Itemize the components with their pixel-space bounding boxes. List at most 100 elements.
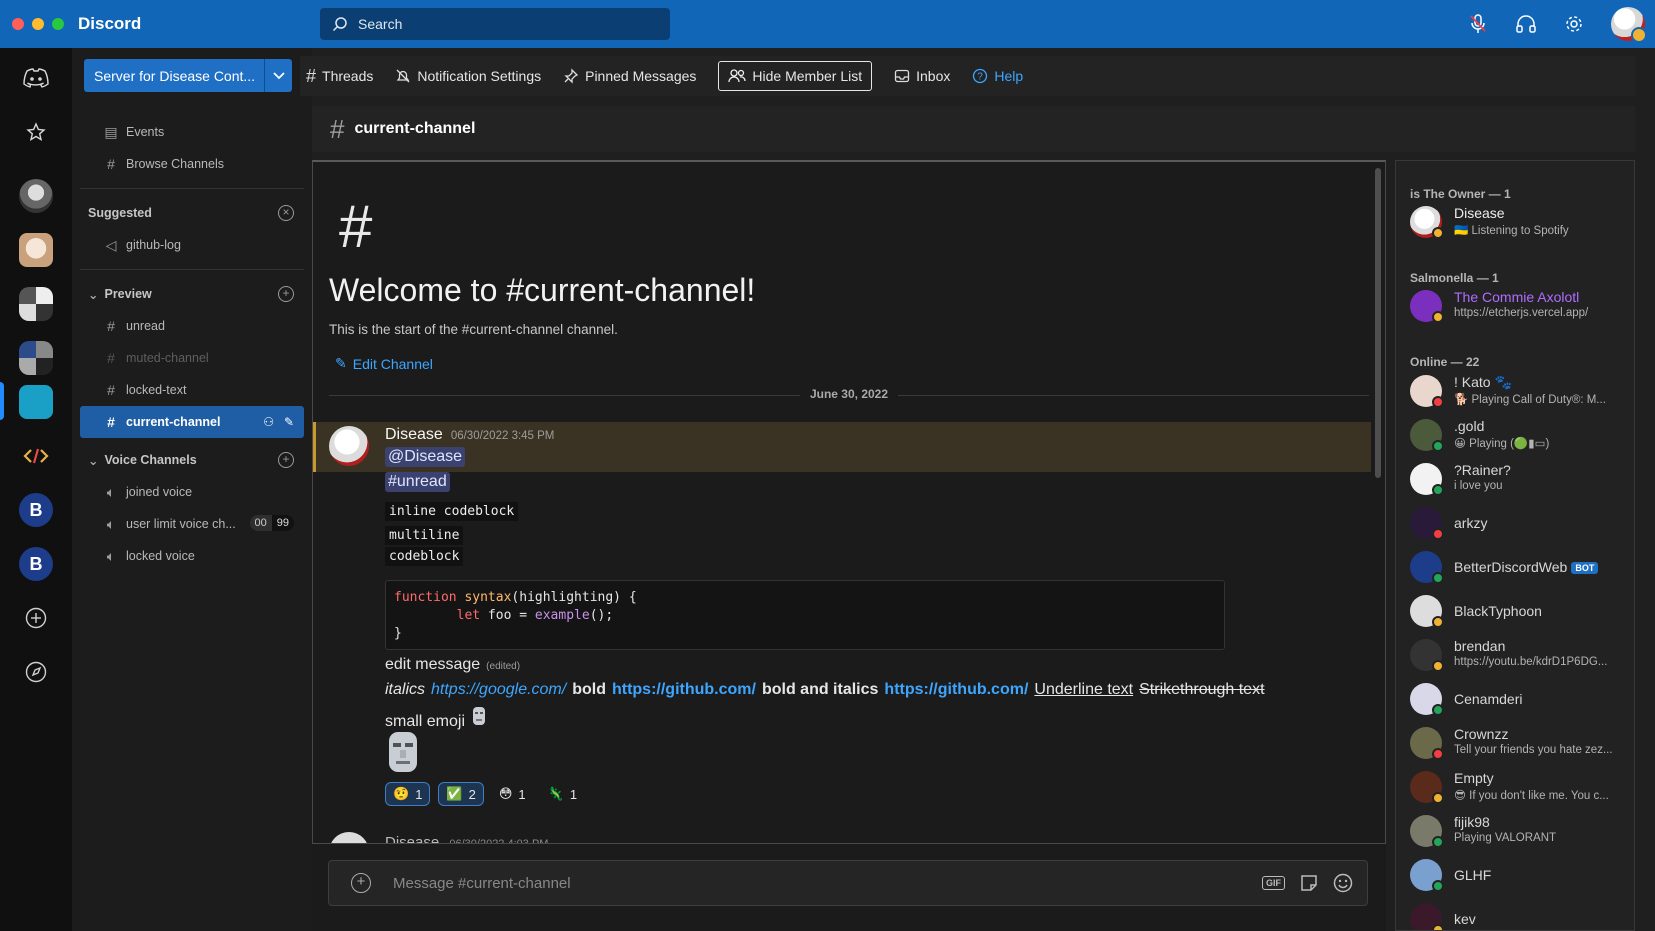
member-item[interactable]: brendan https://youtu.be/kdrD1P6DG... (1410, 635, 1630, 675)
add-attachment-icon[interactable]: + (351, 873, 371, 893)
formatted-message-line: italics https://google.com/ bold https:/… (385, 681, 1265, 699)
server-folder-1[interactable] (18, 286, 54, 322)
member-item[interactable]: .gold 😀 Playing (🟢▮▭) (1410, 415, 1630, 455)
voice-channels-category[interactable]: ⌄ Voice Channels + (80, 444, 304, 476)
discord-home-icon[interactable] (18, 60, 54, 96)
edit-channel-icon[interactable]: ✎ (284, 415, 294, 429)
channel-label: locked voice (126, 549, 195, 563)
code-text: (highlighting) { (511, 590, 637, 605)
member-item[interactable]: BlackTyphoon (1410, 591, 1630, 631)
voice-item-user-limit[interactable]: 🔈︎ user limit voice ch... 00 99 (80, 508, 304, 540)
member-item[interactable]: BetterDiscordWeb BOT (1410, 547, 1630, 587)
member-item[interactable]: ?Rainer? i love you (1410, 459, 1630, 499)
link[interactable]: https://google.com/ (431, 681, 566, 699)
reaction-button[interactable]: 😳 1 (492, 782, 533, 806)
code-server-icon[interactable] (18, 438, 54, 474)
code-function: syntax (464, 590, 512, 605)
member-item[interactable]: fijik98 Playing VALORANT (1410, 811, 1630, 851)
member-item[interactable]: Disease 🇺🇦 Listening to Spotify (1410, 202, 1630, 242)
inline-code: inline codeblock (385, 502, 519, 521)
edit-channel-link[interactable]: ✎ Edit Channel (335, 355, 433, 372)
headphones-icon[interactable] (1515, 13, 1537, 35)
betterdiscord-server-icon-2[interactable]: B (18, 546, 54, 582)
betterdiscord-server-icon-1[interactable]: B (18, 492, 54, 528)
channel-item-unread[interactable]: # unread (80, 310, 304, 342)
speaker-icon: 🔈︎ (106, 483, 116, 500)
close-window-button[interactable] (12, 18, 24, 30)
server-name-dropdown[interactable]: Server for Disease Cont... (84, 59, 292, 92)
server-icon-active[interactable] (18, 384, 54, 420)
add-channel-icon[interactable]: + (278, 452, 294, 468)
status-indicator (1432, 660, 1444, 672)
member-item[interactable]: Crownzz Tell your friends you hate zez..… (1410, 723, 1630, 763)
member-item[interactable]: The Commie Axolotl https://etcherjs.verc… (1410, 286, 1630, 326)
message-input[interactable]: + Message #current-channel GIF (328, 860, 1368, 906)
inbox-button[interactable]: Inbox (894, 68, 950, 84)
member-item[interactable]: ! Kato 🐾 🐕 Playing Call of Duty®: M... (1410, 371, 1630, 411)
avatar[interactable] (329, 426, 369, 466)
speaker-icon: 🔈︎ (106, 515, 116, 532)
status-indicator (1432, 748, 1444, 760)
member-item[interactable]: kev (1410, 899, 1630, 930)
user-avatar[interactable] (1611, 7, 1647, 43)
channel-item-locked-text[interactable]: # locked-text (80, 374, 304, 406)
member-name: Cenamderi (1454, 691, 1523, 707)
add-channel-icon[interactable]: + (278, 286, 294, 302)
chevron-down-icon[interactable] (264, 59, 292, 92)
microphone-icon[interactable] (1467, 13, 1489, 35)
server-folder-2[interactable] (18, 340, 54, 376)
bold-italics-text: bold and italics (761, 681, 879, 698)
italics-text: italics (385, 681, 426, 698)
search-input[interactable]: Search (320, 8, 670, 40)
server-icon-1[interactable] (18, 178, 54, 214)
app-title: Discord (78, 14, 142, 33)
reaction-button[interactable]: 🦎 1 (541, 782, 584, 806)
sticker-icon[interactable] (1299, 873, 1319, 893)
author-name[interactable]: Disease (385, 426, 443, 444)
member-item[interactable]: Cenamderi (1410, 679, 1630, 719)
pinned-messages-button[interactable]: Pinned Messages (563, 68, 696, 84)
events-item[interactable]: ▤ Events (80, 116, 304, 148)
scrollbar[interactable] (1375, 168, 1381, 478)
calendar-icon: ▤ (104, 123, 118, 140)
channel-toolbar: # Threads Notification Settings Pinned M… (300, 56, 1635, 96)
reaction-button[interactable]: ✅ 2 (438, 782, 484, 806)
server-icon-2[interactable] (18, 232, 54, 268)
preview-category[interactable]: ⌄ Preview + (80, 278, 304, 310)
help-button[interactable]: ? Help (972, 68, 1023, 84)
code-keyword: let (456, 608, 481, 623)
favorites-star-icon[interactable] (18, 114, 54, 150)
minimize-window-button[interactable] (32, 18, 44, 30)
browse-channels-item[interactable]: # Browse Channels (80, 148, 304, 180)
dismiss-suggested-icon[interactable]: × (278, 205, 294, 221)
member-item[interactable]: GLHF (1410, 855, 1630, 895)
threads-button[interactable]: # Threads (306, 66, 373, 87)
bot-badge: BOT (1571, 562, 1599, 575)
hash-icon: # (107, 350, 115, 366)
inbox-icon (894, 69, 910, 83)
channel-mention[interactable]: #unread (385, 472, 450, 492)
add-server-icon[interactable] (18, 600, 54, 636)
emoji-icon[interactable] (1333, 873, 1353, 893)
member-item[interactable]: arkzy (1410, 503, 1630, 543)
edit-channel-label: Edit Channel (352, 355, 433, 372)
channel-item-github-log[interactable]: ◁ github-log (80, 229, 304, 261)
user-mention[interactable]: @Disease (385, 447, 466, 467)
link[interactable]: https://github.com/ (884, 681, 1028, 699)
add-member-icon[interactable]: ⚇ (263, 415, 274, 429)
member-item[interactable]: Empty 😎 If you don't like me. You c... (1410, 767, 1630, 807)
voice-item-joined[interactable]: 🔈︎ joined voice (80, 476, 304, 508)
channel-item-current-channel[interactable]: # current-channel ⚇ ✎ (80, 406, 304, 438)
channel-item-muted-channel[interactable]: # muted-channel (80, 342, 304, 374)
maximize-window-button[interactable] (52, 18, 64, 30)
code-text: foo = (480, 608, 535, 623)
reaction-button[interactable]: 🤨 1 (385, 782, 431, 806)
gear-icon[interactable] (1563, 13, 1585, 35)
explore-servers-icon[interactable] (18, 654, 54, 690)
notification-settings-button[interactable]: Notification Settings (395, 68, 541, 84)
link[interactable]: https://github.com/ (612, 681, 756, 699)
hide-member-list-button[interactable]: Hide Member List (718, 61, 873, 91)
welcome-hash-icon: # (339, 193, 373, 260)
voice-item-locked[interactable]: 🔈︎ locked voice (80, 540, 304, 572)
gif-icon[interactable]: GIF (1262, 876, 1285, 890)
